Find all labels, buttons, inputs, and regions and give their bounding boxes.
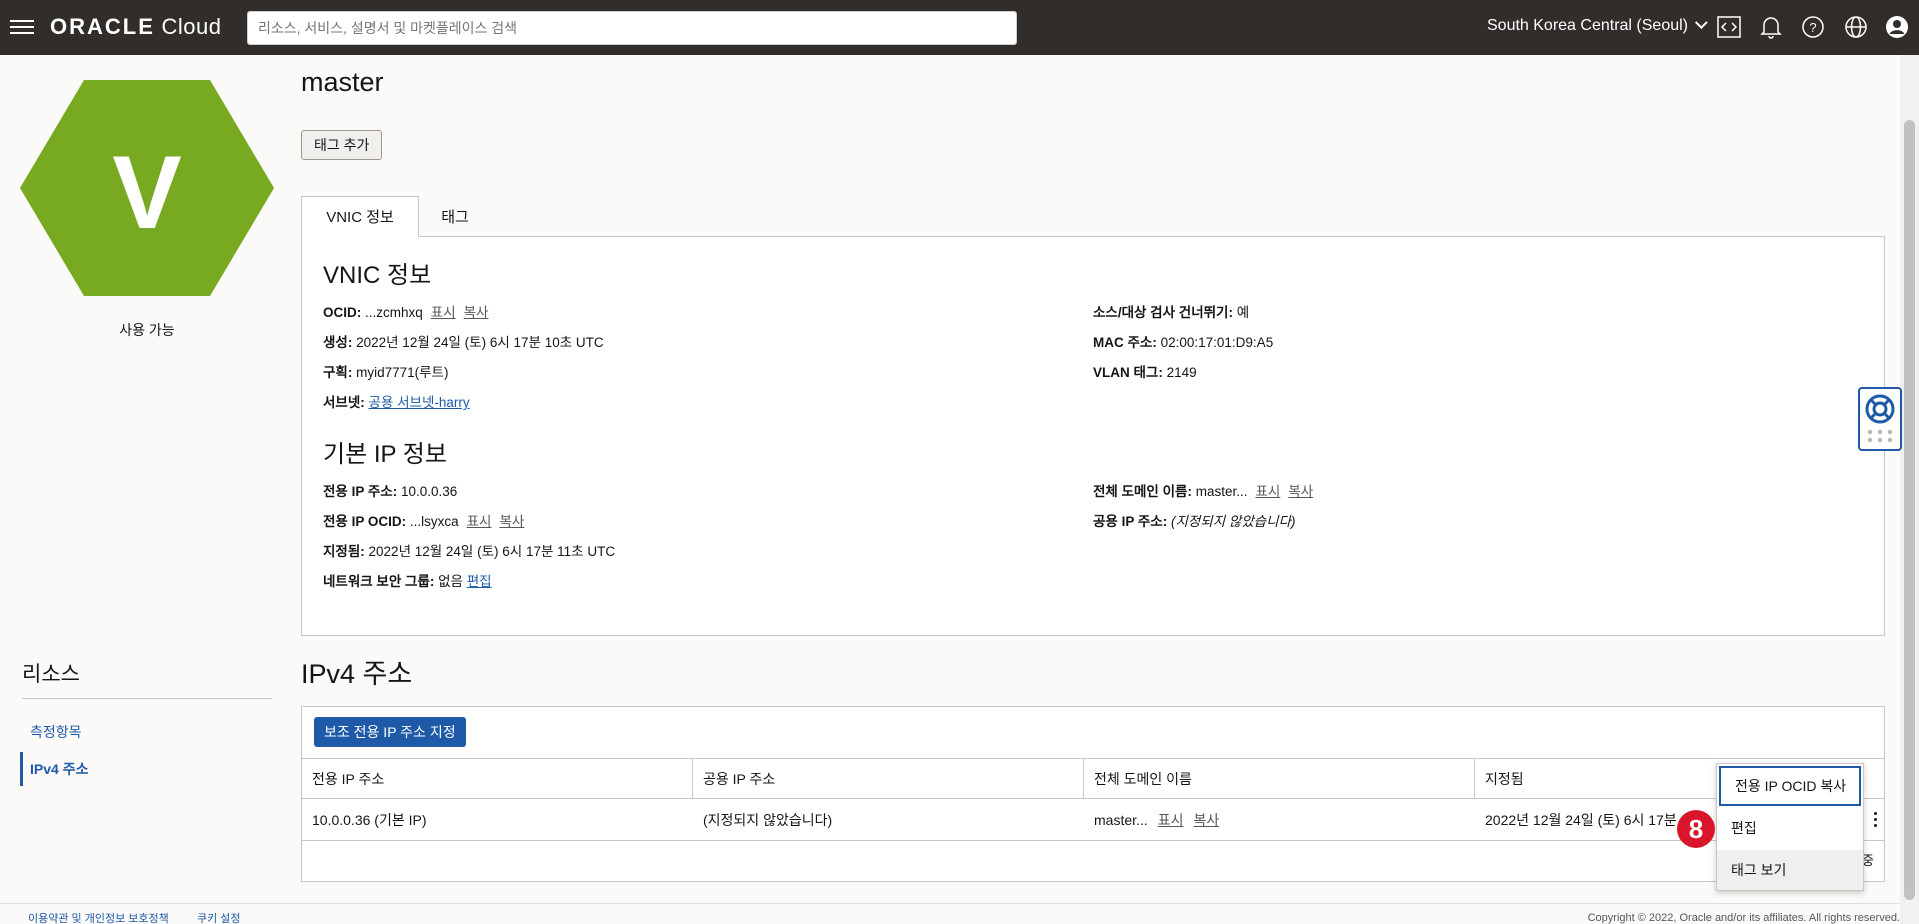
column-header-public-ip[interactable]: 공용 IP 주소 [693,759,1084,798]
tab-vnic-info[interactable]: VNIC 정보 [301,196,419,237]
resources-divider [22,698,272,699]
subnet-row: 서브넷: 공용 서브넷-harry [323,395,470,410]
search-box[interactable] [247,11,1017,45]
ipv4-heading: IPv4 주소 [301,659,413,689]
resources-heading: 리소스 [22,663,80,686]
ocid-row: OCID: ...zcmhxq 표시 복사 [323,305,489,320]
private-ocid-copy-link[interactable]: 복사 [499,514,524,529]
page-footer: 이용약관 및 개인정보 보호정책 쿠키 설정 Copyright © 2022,… [0,904,1900,924]
region-selector[interactable]: South Korea Central (Seoul) [1487,16,1708,35]
svg-text:?: ? [1809,20,1816,35]
ipv4-table-container: 보조 전용 IP 주소 지정 전용 IP 주소 공용 IP 주소 전체 도메인 … [301,706,1885,882]
mac-row: MAC 주소: 02:00:17:01:D9:A5 [1093,335,1274,350]
vnic-info-heading: VNIC 정보 [323,262,432,289]
menu-item-view-tags[interactable]: 태그 보기 [1717,850,1863,890]
help-icon[interactable]: ? [1800,14,1826,40]
compartment-row: 구획: myid7771(루트) [323,365,449,380]
column-header-private-ip[interactable]: 전용 IP 주소 [302,759,693,798]
page-scrollbar[interactable] [1900,55,1919,924]
row-actions-kebab-icon[interactable] [1872,812,1878,828]
public-ip-row: 공용 IP 주소: (지정되지 않았습니다) [1093,514,1296,529]
help-lifebuoy-widget[interactable] [1858,387,1902,451]
resource-hexagon-icon: V [20,80,274,296]
subnet-link[interactable]: 공용 서브넷-harry [369,395,470,410]
nsg-edit-link[interactable]: 편집 [467,574,492,589]
row-actions-menu: 전용 IP OCID 복사 편집 태그 보기 [1716,763,1864,891]
add-tag-button[interactable]: 태그 추가 [301,130,383,160]
cookie-settings-link[interactable]: 쿠키 설정 [197,910,241,924]
fqdn-row: 전체 도메인 이름: master... 표시 복사 [1093,484,1314,499]
sidebar-item-metrics[interactable]: 측정항목 [30,722,82,742]
fqdn-copy-link[interactable]: 복사 [1288,484,1313,499]
vlan-row: VLAN 태그: 2149 [1093,365,1197,380]
private-ocid-show-link[interactable]: 표시 [467,514,492,529]
resource-status: 사용 가능 [119,322,175,338]
user-icon[interactable] [1884,14,1910,40]
table-header: 전용 IP 주소 공용 IP 주소 전체 도메인 이름 지정됨 [302,758,1884,799]
assign-secondary-ip-button[interactable]: 보조 전용 IP 주소 지정 [314,717,466,747]
column-header-fqdn[interactable]: 전체 도메인 이름 [1084,759,1475,798]
sidebar-item-ipv4[interactable]: IPv4 주소 [30,759,88,779]
private-ocid-row: 전용 IP OCID: ...lsyxca 표시 복사 [323,514,525,529]
tab-tags[interactable]: 태그 [420,196,490,237]
cell-private-ip: 10.0.0.36 (기본 IP) [312,811,427,828]
top-navigation-bar: ORACLE Cloud South Korea Central (Seoul)… [0,0,1919,55]
step-number-badge: 8 [1677,810,1715,848]
row-fqdn-copy-link[interactable]: 복사 [1193,810,1219,830]
row-fqdn-show-link[interactable]: 표시 [1158,810,1184,830]
created-row: 생성: 2022년 12월 24일 (토) 6시 17분 10초 UTC [323,335,604,350]
assigned-row: 지정됨: 2022년 12월 24일 (토) 6시 17분 11초 UTC [323,544,616,559]
table-row: 10.0.0.36 (기본 IP) (지정되지 않았습니다) master...… [302,799,1884,841]
menu-item-edit[interactable]: 편집 [1717,808,1863,848]
fqdn-show-link[interactable]: 표시 [1255,484,1280,499]
menu-item-copy-private-ip-ocid[interactable]: 전용 IP OCID 복사 [1719,766,1861,806]
menu-icon[interactable] [10,16,34,36]
cell-public-ip: (지정되지 않았습니다) [703,811,833,828]
primary-ip-heading: 기본 IP 정보 [323,441,447,468]
skip-check-row: 소스/대상 검사 건너뛰기: 예 [1093,305,1250,320]
oracle-cloud-logo[interactable]: ORACLE Cloud [50,14,222,40]
bell-icon[interactable] [1758,14,1784,40]
nsg-row: 네트워크 보안 그룹: 없음 편집 [323,574,492,589]
scrollbar-thumb[interactable] [1904,120,1915,900]
cell-fqdn: master... 표시 복사 [1094,810,1220,830]
copyright-text: Copyright © 2022, Oracle and/or its affi… [1587,912,1900,924]
chevron-down-icon [1694,16,1708,30]
terms-privacy-link[interactable]: 이용약관 및 개인정보 보호정책 [28,910,169,924]
ocid-copy-link[interactable]: 복사 [464,305,489,320]
vnic-details-panel: VNIC 정보 OCID: ...zcmhxq 표시 복사 생성: 2022년 12… [301,236,1885,636]
region-label: South Korea Central (Seoul) [1487,17,1688,34]
sidebar-active-indicator [20,752,23,786]
cell-assigned: 2022년 12월 24일 (토) 6시 17분 [1485,811,1677,828]
page-title: master [301,67,384,97]
globe-icon[interactable] [1843,14,1869,40]
ocid-show-link[interactable]: 표시 [431,305,456,320]
code-editor-icon[interactable] [1716,14,1742,40]
private-ip-row: 전용 IP 주소: 10.0.0.36 [323,484,458,499]
hexagon-letter: V [112,135,181,251]
search-input[interactable] [258,20,1006,36]
